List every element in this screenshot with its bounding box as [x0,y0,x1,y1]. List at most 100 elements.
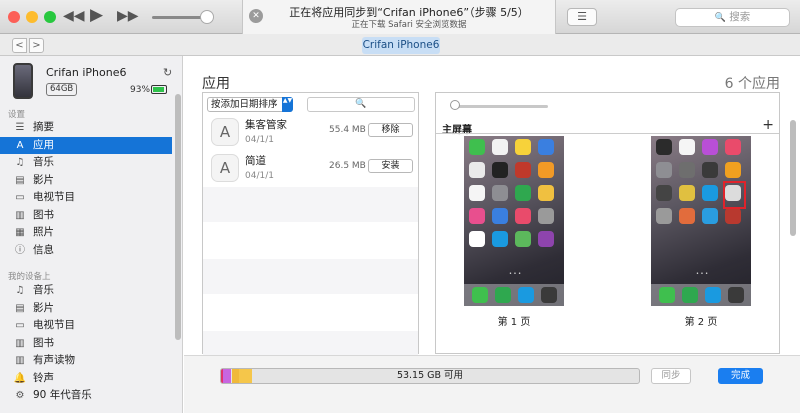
app-icon [679,139,695,155]
movies-icon: ▤ [15,174,25,186]
app-icon [515,231,531,247]
navigation-bar: < > Crifan iPhone6 [0,34,800,56]
sidebar-item-label: 电视节目 [33,319,75,331]
sidebar-item[interactable]: ▤ 影片 [0,172,172,190]
apps-title: 应用 [202,76,230,92]
app-icon [702,162,718,178]
sidebar-item[interactable]: ⚙ 90 年代音乐 [0,387,172,405]
sidebar-item-label: 摘要 [33,121,54,133]
chevron-left-icon: < [15,40,24,51]
sort-select[interactable]: 按添加日期排序 ▲▼ [207,97,293,112]
app-icon [702,139,718,155]
list-view-button[interactable]: ☰ [567,8,597,26]
play-icon[interactable]: ▶ [90,5,103,25]
dock-app-icon [659,287,675,303]
app-search-field[interactable]: 🔍 [307,97,415,112]
title-bar: ◀◀ ▶ ▶▶ ✕ 正在将应用同步到“Crifan iPhone6”（步骤 5/… [0,0,800,34]
app-date: 04/1/1 [245,135,274,145]
install-button[interactable]: 安装 [368,159,413,173]
app-icon [515,185,531,201]
app-icon [515,208,531,224]
search-input[interactable]: 🔍 搜索 [675,8,790,27]
search-icon: 🔍 [714,13,726,23]
app-name: 简道 [245,155,266,167]
dock-app-icon [541,287,557,303]
bell-icon: 🔔 [13,372,27,384]
search-icon: 🔍 [355,99,367,109]
footer-bar: 53.15 GB 可用 同步 完成 [184,355,800,413]
zoom-slider-knob[interactable] [450,100,460,110]
sidebar-item[interactable]: ▤ 影片 [0,300,172,318]
sidebar-item[interactable]: 🔔 铃声 [0,370,172,388]
sidebar-scrollbar[interactable] [175,94,181,340]
volume-knob[interactable] [200,10,214,24]
audiobook-icon: ▥ [15,355,25,366]
app-icon [656,208,672,224]
sidebar-item-label: 影片 [33,301,54,314]
empty-row [203,223,418,258]
sync-icon[interactable]: ↻ [163,66,172,79]
select-arrows-icon: ▲▼ [282,97,293,112]
page-label-1: 第 1 页 [497,317,531,328]
sidebar-item[interactable]: ⓘ 信息 [0,242,172,260]
app-row[interactable]: A 简道 04/1/1 26.5 MB 安装 [203,151,418,186]
apps-icon: A [16,139,24,151]
sidebar-item[interactable]: ☰ 摘要 [0,119,172,137]
app-icon [679,185,695,201]
dock-app-icon [518,287,534,303]
forward-button[interactable]: > [29,38,44,53]
minimize-window-button[interactable] [26,11,38,23]
sidebar-item[interactable]: ♫ 音乐 [0,154,172,172]
app-icon [679,162,695,178]
sidebar-item[interactable]: ▥ 有声读物 [0,352,172,370]
home-screen-page-2[interactable]: • • • [651,136,751,306]
app-row[interactable]: A 集客管家 04/1/1 55.4 MB 移除 [203,115,418,150]
add-page-icon[interactable]: + [762,117,774,133]
dock-app-icon [728,287,744,303]
empty-row [203,187,418,222]
sidebar-item[interactable]: A 应用 [0,136,172,154]
my-device-header: 我的设备上 [8,272,51,282]
done-button[interactable]: 完成 [718,368,763,384]
main-scrollbar[interactable] [790,120,796,236]
book-icon: ▥ [15,209,25,221]
sidebar-item-label: 音乐 [33,156,54,168]
sidebar-item[interactable]: ▥ 图书 [0,207,172,225]
app-icon [492,162,508,178]
app-icon [492,208,508,224]
app-icon [492,139,508,155]
list-icon: ☰ [577,10,587,23]
sidebar-item[interactable]: ▥ 图书 [0,335,172,353]
sidebar-item[interactable]: ▭ 电视节目 [0,317,172,335]
page-label-2: 第 2 页 [684,317,718,328]
divider [436,133,779,134]
fast-forward-icon[interactable]: ▶▶ [117,8,139,24]
remove-button[interactable]: 移除 [368,123,413,137]
dock-app-icon [472,287,488,303]
tv-icon: ▭ [15,192,25,203]
sidebar-item-label: 图书 [33,336,54,349]
app-icon [702,208,718,224]
app-store-icon: A [211,154,239,182]
sidebar-item-label: 90 年代音乐 [33,389,92,401]
sync-button[interactable]: 同步 [651,368,691,384]
zoom-window-button[interactable] [44,11,56,23]
sidebar-item[interactable]: ▭ 电视节目 [0,189,172,207]
app-store-icon: A [211,118,239,146]
sidebar-item[interactable]: ▦ 照片 [0,224,172,242]
rewind-icon[interactable]: ◀◀ [63,8,85,24]
sort-label: 按添加日期排序 [211,99,278,110]
device-pill[interactable]: Crifan iPhone6 [362,37,440,54]
back-button[interactable]: < [12,38,27,53]
app-icon [725,162,741,178]
battery-percent: 93% [130,85,151,95]
sidebar-item-label: 影片 [33,173,54,186]
home-screen-page-1[interactable]: • • • [464,136,564,306]
sidebar-item-label: 应用 [33,138,54,151]
cancel-sync-icon[interactable]: ✕ [249,9,263,23]
app-icon [725,208,741,224]
selected-app-highlight [723,181,746,209]
sidebar-item[interactable]: ♫ 音乐 [0,282,172,300]
zoom-slider[interactable] [452,105,548,108]
close-window-button[interactable] [8,11,20,23]
